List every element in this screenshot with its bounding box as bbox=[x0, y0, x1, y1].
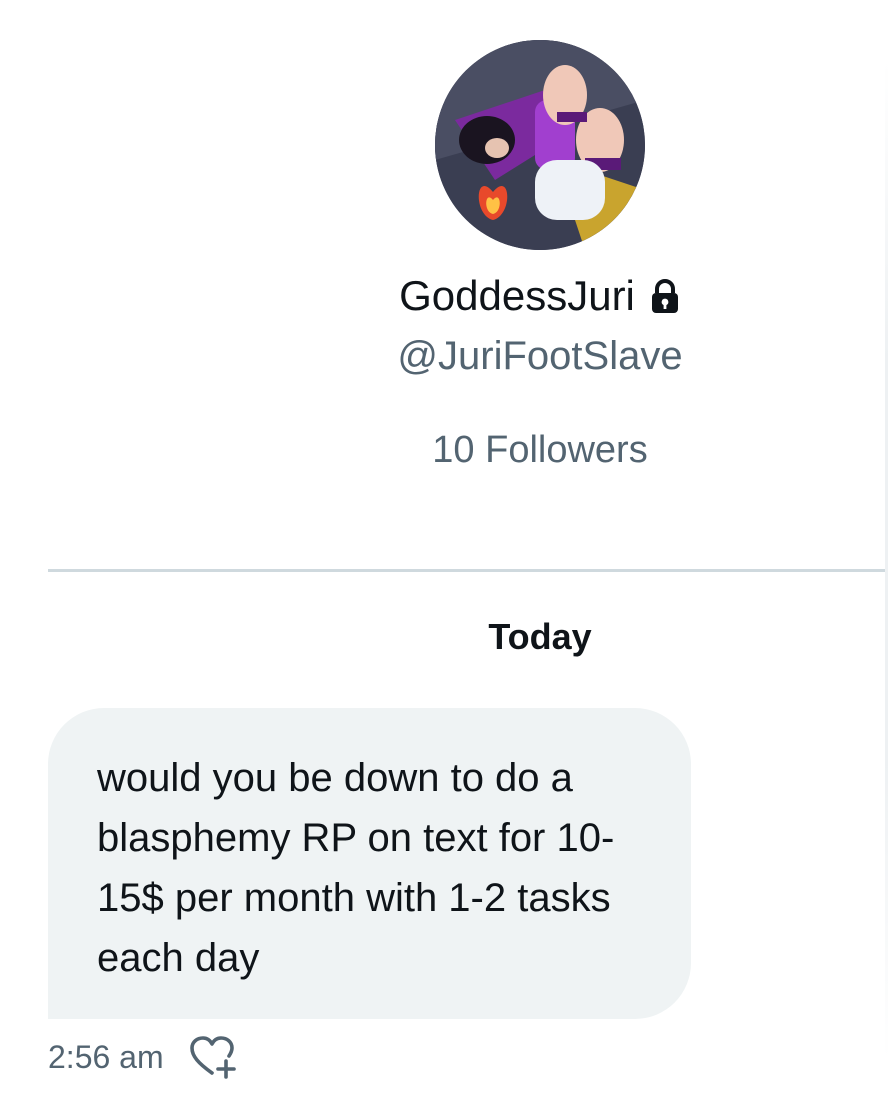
avatar-image bbox=[435, 40, 645, 250]
message-meta: 2:56 am bbox=[48, 1032, 240, 1082]
display-name: GoddessJuri bbox=[399, 272, 635, 319]
message-timestamp: 2:56 am bbox=[48, 1038, 164, 1075]
conversation-profile-header: GoddessJuri @JuriFootSlave 10 Followers bbox=[0, 0, 888, 560]
message-bubble[interactable]: would you be down to do a blasphemy RP o… bbox=[48, 708, 691, 1019]
divider bbox=[48, 569, 888, 572]
add-reaction-heart-icon[interactable] bbox=[188, 1035, 240, 1079]
date-separator: Today bbox=[488, 616, 592, 657]
message-text: would you be down to do a blasphemy RP o… bbox=[97, 756, 615, 980]
profile-avatar[interactable] bbox=[435, 40, 645, 250]
followers-count[interactable]: 10 Followers bbox=[0, 424, 888, 476]
lock-icon bbox=[649, 279, 681, 315]
profile-handle: @JuriFootSlave bbox=[397, 334, 683, 378]
